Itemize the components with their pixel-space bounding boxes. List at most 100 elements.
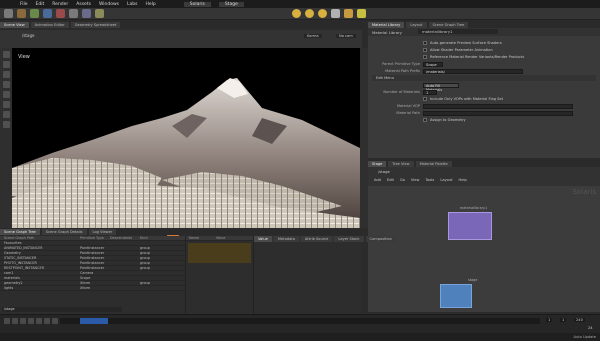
tab-composition[interactable]: Composition [365, 236, 396, 242]
light-tool-icon[interactable] [292, 9, 301, 18]
column-header[interactable]: Kind [140, 236, 185, 240]
select-tool-icon[interactable] [2, 51, 10, 58]
end-frame-field[interactable]: 240 [574, 318, 585, 322]
shelf-tool-icon[interactable] [43, 9, 52, 18]
checkbox[interactable] [423, 48, 427, 52]
light-tool-icon[interactable] [318, 9, 327, 18]
menu-view[interactable]: View [411, 178, 420, 182]
light-tool-icon[interactable] [2, 111, 10, 118]
light-tool-icon[interactable] [344, 9, 353, 18]
menu-go[interactable]: Go [400, 178, 405, 182]
shelf-tool-icon[interactable] [17, 9, 26, 18]
current-frame-field[interactable]: 1 [546, 318, 553, 322]
menu-add[interactable]: Add [374, 178, 381, 182]
node-label: materiallibrary1 [460, 206, 488, 210]
stage-node[interactable] [440, 284, 472, 308]
menu-layout[interactable]: Layout [440, 178, 452, 182]
checkbox[interactable] [423, 55, 427, 59]
camera-tool-icon[interactable] [2, 121, 10, 128]
camera-menu[interactable]: No cam [336, 34, 356, 38]
param-field[interactable] [423, 103, 573, 109]
column-header[interactable]: Scene Graph Path [0, 236, 80, 240]
menu-windows[interactable]: Windows [99, 2, 119, 7]
rotate-tool-icon[interactable] [2, 71, 10, 78]
shelf-tool-icon[interactable] [56, 9, 65, 18]
renderer-menu[interactable]: Karma [304, 34, 322, 38]
checkbox[interactable] [423, 97, 427, 101]
column-header[interactable]: Name [186, 236, 216, 240]
shelf-tool-icon[interactable] [4, 9, 13, 18]
node-name-field[interactable]: materiallibrary1 [418, 29, 498, 34]
param-field[interactable]: 1 [423, 89, 437, 95]
menu-labs[interactable]: Labs [127, 2, 137, 7]
sun-tool-icon[interactable] [357, 9, 366, 18]
checkbox[interactable] [423, 41, 427, 45]
scene-graph-tabs: Scene Graph Tree Scene Graph Details Log… [0, 228, 362, 235]
param-field[interactable] [423, 110, 573, 116]
checkbox[interactable] [423, 118, 427, 122]
tree-row[interactable]: lights Xform [0, 286, 185, 291]
step-back-icon[interactable] [12, 318, 18, 324]
tab-layer-stack[interactable]: Layer Stack [334, 236, 364, 242]
tab-value[interactable]: Value [254, 236, 272, 242]
jump-start-icon[interactable] [4, 318, 10, 324]
param-folder[interactable]: Edit Menu [372, 75, 596, 81]
scene-viewport[interactable]: View [12, 48, 360, 228]
menu-render[interactable]: Render [52, 2, 68, 7]
move-tool-icon[interactable] [2, 61, 10, 68]
highlighted-row[interactable] [188, 243, 251, 263]
tab-geometry-spreadsheet[interactable]: Geometry Spreadsheet [70, 22, 121, 28]
scale-tool-icon[interactable] [2, 81, 10, 88]
tab-scene-graph-tree[interactable]: Scene Graph Tree [0, 229, 40, 235]
camera-tool-icon[interactable] [331, 9, 340, 18]
auto-fill-button[interactable]: Auto Fill Materials [423, 82, 459, 92]
tab-scene-view[interactable]: Scene View [0, 22, 29, 28]
context-selector[interactable]: Stage [218, 1, 244, 7]
tab-log-viewer[interactable]: Log Viewer [88, 229, 117, 235]
timeline-ruler[interactable] [60, 318, 540, 324]
attribute-panel: Value Metadata Attrib Source Layer Stack… [253, 236, 396, 314]
param-field[interactable]: Scope [423, 61, 443, 67]
column-header[interactable]: Value [216, 236, 253, 240]
play-reverse-icon[interactable] [20, 318, 26, 324]
light-tool-icon[interactable] [305, 9, 314, 18]
menu-tools[interactable]: Tools [425, 178, 434, 182]
tab-scene-graph-details[interactable]: Scene Graph Details [41, 229, 87, 235]
filter-field[interactable]: /stage [2, 307, 122, 312]
play-icon[interactable] [36, 318, 42, 324]
material-library-node[interactable] [448, 212, 492, 240]
jump-end-icon[interactable] [52, 318, 58, 324]
shelf-toolbar [0, 8, 600, 20]
desktop-selector[interactable]: Solaris [183, 1, 211, 7]
network-editor[interactable]: Solaris materiallibrary1 stage [368, 186, 600, 312]
column-header[interactable]: Primitive Type [80, 236, 110, 240]
terrain-render: View [12, 48, 360, 228]
menu-edit[interactable]: Edit [387, 178, 394, 182]
tab-animation-editor[interactable]: Animation Editor [30, 22, 69, 28]
column-header[interactable]: Descendants [110, 236, 140, 240]
param-field[interactable]: /materials/ [423, 68, 523, 74]
menu-help[interactable]: Help [146, 2, 156, 7]
tab-metadata[interactable]: Metadata [273, 236, 299, 242]
network-header: /stage Add Edit Go View Tools Layout Hel… [368, 167, 600, 186]
update-mode[interactable]: Auto Update [573, 335, 596, 339]
shelf-tool-icon[interactable] [69, 9, 78, 18]
menu-edit[interactable]: Edit [36, 2, 45, 7]
menu-file[interactable]: File [20, 2, 28, 7]
viewport-path[interactable]: /stage [22, 33, 34, 38]
shelf-tool-icon[interactable] [30, 9, 39, 18]
start-frame-field[interactable]: 1 [560, 318, 567, 322]
network-menu: Add Edit Go View Tools Layout Help [374, 178, 467, 182]
handle-tool-icon[interactable] [2, 91, 10, 98]
step-forward-icon[interactable] [44, 318, 50, 324]
network-path[interactable]: /stage [378, 169, 390, 174]
tab-attrib-source[interactable]: Attrib Source [300, 236, 333, 242]
view-tool-icon[interactable] [2, 101, 10, 108]
network-tabs: Stage Tree View Material Palette [368, 160, 600, 167]
shelf-tool-icon[interactable] [82, 9, 91, 18]
menu-help[interactable]: Help [459, 178, 467, 182]
menu-assets[interactable]: Assets [76, 2, 91, 7]
stop-icon[interactable] [28, 318, 34, 324]
playhead[interactable] [80, 318, 108, 324]
shelf-tool-icon[interactable] [95, 9, 104, 18]
